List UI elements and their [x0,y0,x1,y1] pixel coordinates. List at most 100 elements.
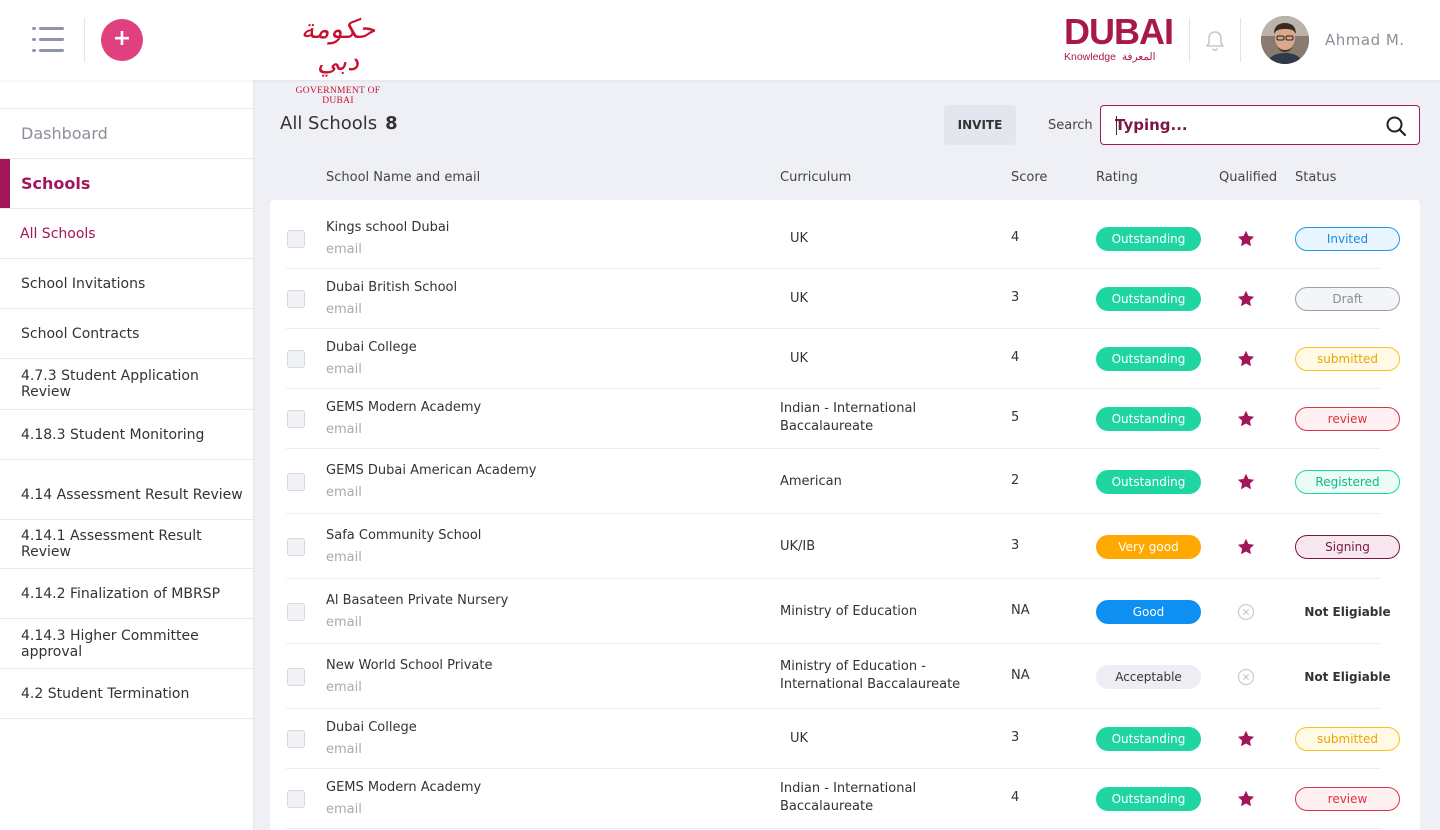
sidebar-item-higher-committee-approval[interactable]: 4.14.3 Higher Committee approval [0,619,253,669]
table-row[interactable]: GEMS Modern Academy email Indian - Interna… [270,769,1420,829]
status-badge-draft[interactable]: Draft [1295,287,1400,311]
sidebar-item-assessment-result-review-4-14-1[interactable]: 4.14.1 Assessment Result Review [0,520,253,569]
status-badge-review[interactable]: review [1295,787,1400,811]
school-name[interactable]: Al Basateen Private Nursery [326,593,508,608]
text-caret [1116,116,1117,135]
header-divider [1240,18,1241,62]
score: 3 [1011,730,1020,745]
status-badge-registered[interactable]: Registered [1295,470,1400,494]
rating-badge: Outstanding [1096,727,1201,751]
row-checkbox[interactable] [287,290,305,308]
school-name[interactable]: GEMS Modern Academy [326,780,481,795]
government-of-dubai-logo: حكومة دبي GOVERNMENT OF DUBAI [279,14,397,106]
table-row[interactable]: Kings school Dubai email UK 4 Outstanding Inv… [270,209,1420,269]
school-name[interactable]: GEMS Modern Academy [326,400,481,415]
column-header-school[interactable]: School Name and email [326,170,480,185]
curriculum: Ministry of Education - International Ba… [780,659,961,692]
rating-badge: Outstanding [1096,347,1201,371]
status-badge-invited[interactable]: Invited [1295,227,1400,251]
row-checkbox[interactable] [287,603,305,621]
sidebar-item-school-invitations[interactable]: School Invitations [0,259,253,309]
table-row[interactable]: Dubai College email UK 3 Outstanding submitte… [270,709,1420,769]
sidebar-item-dashboard[interactable]: Dashboard [0,109,253,159]
curriculum: UK [790,291,809,306]
sidebar-item-student-monitoring[interactable]: 4.18.3 Student Monitoring [0,410,253,460]
school-count: 8 [385,113,398,134]
row-checkbox[interactable] [287,230,305,248]
score: 4 [1011,230,1020,245]
school-name[interactable]: GEMS Dubai American Academy [326,463,536,478]
add-button[interactable]: + [101,19,143,61]
sidebar-item-assessment-result-review[interactable]: 4.14 Assessment Result Review [0,460,253,520]
sidebar-item-school-contracts[interactable]: School Contracts [0,309,253,359]
sidebar-item-student-termination[interactable]: 4.2 Student Termination [0,669,253,719]
row-divider [286,828,1380,829]
curriculum: Indian - International Baccalaureate [780,781,917,814]
table-row[interactable]: Safa Community School email UK/IB 3 Very goo… [270,514,1420,579]
header-divider [1189,18,1190,62]
table-row[interactable]: New World School Private email Ministry of… [270,644,1420,709]
school-email: email [326,485,362,500]
school-email: email [326,615,362,630]
score: NA [1011,603,1030,618]
dubai-logo-sub-ar: المعرفة [1121,51,1156,63]
row-checkbox[interactable] [287,410,305,428]
column-header-score[interactable]: Score [1011,170,1047,185]
row-checkbox[interactable] [287,350,305,368]
school-name[interactable]: Dubai College [326,340,417,355]
invite-button[interactable]: INVITE [944,105,1016,145]
status-badge-submitted[interactable]: submitted [1295,347,1400,371]
school-name[interactable]: Kings school Dubai [326,220,449,235]
school-name[interactable]: Dubai British School [326,280,457,295]
row-checkbox[interactable] [287,730,305,748]
table-row[interactable]: GEMS Dubai American Academy email American… [270,449,1420,514]
row-checkbox[interactable] [287,473,305,491]
sidebar-item-student-application-review[interactable]: 4.7.3 Student Application Review [0,359,253,410]
row-checkbox[interactable] [287,790,305,808]
dubai-logo-text: DUBAI [1064,11,1174,52]
rating-badge: Good [1096,600,1201,624]
star-icon [1236,472,1256,492]
table-row[interactable]: Al Basateen Private Nursery email Ministry… [270,579,1420,644]
rating-badge: Acceptable [1096,665,1201,689]
table-row[interactable]: GEMS Modern Academy email Indian - Interna… [270,389,1420,449]
search-input[interactable] [1115,114,1375,136]
column-header-qualified[interactable]: Qualified [1219,170,1277,185]
search-label: Search [1048,118,1093,133]
star-icon [1236,229,1256,249]
school-name[interactable]: Dubai College [326,720,417,735]
school-email: email [326,362,362,377]
user-name[interactable]: Ahmad M. [1325,31,1405,49]
sidebar-item-finalization-of-mbrsp[interactable]: 4.14.2 Finalization of MBRSP [0,569,253,619]
school-name[interactable]: Safa Community School [326,528,481,543]
row-checkbox[interactable] [287,668,305,686]
curriculum: Ministry of Education [780,604,918,619]
column-header-status[interactable]: Status [1295,170,1336,185]
curriculum: UK [790,351,809,366]
score: NA [1011,668,1030,683]
rating-badge: Outstanding [1096,787,1201,811]
table-row[interactable]: Dubai British School email UK 3 Outstanding D… [270,269,1420,329]
sidebar-top-spacer [0,80,253,109]
star-icon [1236,289,1256,309]
status-badge-submitted[interactable]: submitted [1295,727,1400,751]
not-qualified-icon [1236,602,1256,622]
column-header-curriculum[interactable]: Curriculum [780,170,851,185]
menu-icon[interactable] [32,27,64,53]
dubai-logo-subtitle: Knowledge المعرفة [1064,51,1164,63]
column-header-rating[interactable]: Rating [1096,170,1138,185]
avatar[interactable] [1261,16,1309,64]
status-badge-signing[interactable]: Signing [1295,535,1400,559]
search-icon[interactable] [1385,115,1407,137]
sidebar-item-schools[interactable]: Schools [0,159,253,209]
school-email: email [326,742,362,757]
status-badge-review[interactable]: review [1295,407,1400,431]
sidebar-item-all-schools[interactable]: All Schools [0,209,253,259]
curriculum: UK/IB [780,539,816,554]
star-icon [1236,789,1256,809]
rating-badge: Outstanding [1096,407,1201,431]
row-checkbox[interactable] [287,538,305,556]
bell-icon[interactable] [1205,30,1225,52]
school-name[interactable]: New World School Private [326,658,493,673]
table-row[interactable]: Dubai College email UK 4 Outstanding submitte… [270,329,1420,389]
